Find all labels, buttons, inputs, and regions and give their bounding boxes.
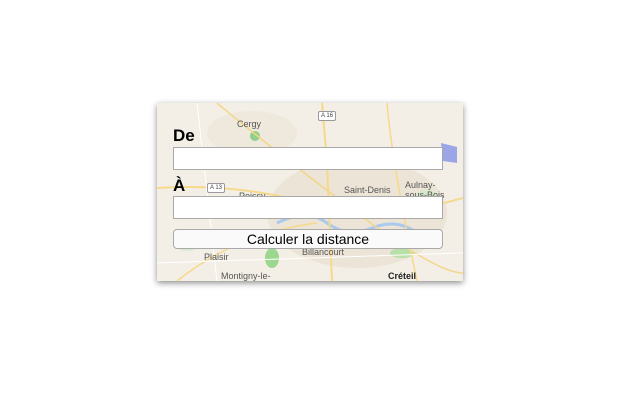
calculate-distance-button[interactable]: Calculer la distance: [173, 229, 443, 249]
road-badge-a13: A 13: [207, 183, 226, 193]
to-input[interactable]: [173, 196, 443, 219]
map-label-plaisir: Plaisir: [204, 252, 229, 262]
map-label-cergy: Cergy: [237, 119, 262, 129]
distance-calculator-widget: Cergy A 16 A 13 Saint-Denis Aulnay- sous…: [157, 103, 463, 281]
map-label-aulnay: Aulnay-: [405, 180, 436, 190]
map-label-creteil: Créteil: [388, 271, 417, 281]
from-input[interactable]: [173, 147, 443, 170]
road-badge-a16: A 16: [318, 111, 337, 121]
map-label-saint-denis: Saint-Denis: [344, 185, 391, 195]
from-label: De: [173, 126, 195, 145]
to-label: À: [173, 176, 186, 195]
map-label-montigny: Montigny-le-: [221, 271, 271, 281]
